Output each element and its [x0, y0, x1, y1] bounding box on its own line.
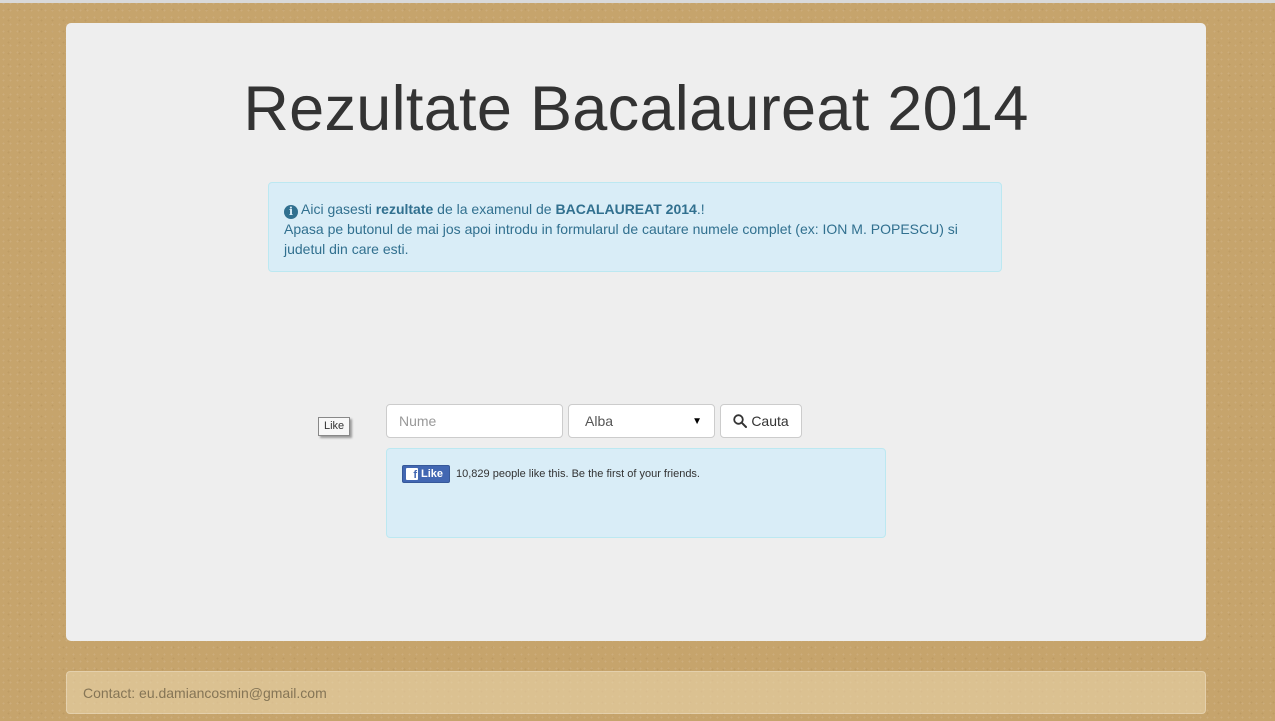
facebook-like-count: 10,829 people like this. Be the first of… — [456, 468, 700, 480]
page-title: Rezultate Bacalaureat 2014 — [243, 74, 1029, 144]
chevron-down-icon: ▼ — [692, 415, 702, 427]
info-text: .! — [696, 201, 705, 217]
info-text: Aici gasesti — [301, 201, 376, 217]
info-text: de la examenul de — [433, 201, 556, 217]
info-line-2: Apasa pe butonul de mai jos apoi introdu… — [284, 221, 958, 257]
search-icon — [733, 414, 748, 428]
search-form: Alba ▼ Cauta — [386, 404, 802, 438]
name-input[interactable] — [386, 404, 563, 438]
facebook-icon: f — [406, 468, 418, 480]
county-selected-value: Alba — [585, 413, 614, 429]
facebook-like-box: f Like 10,829 people like this. Be the f… — [386, 448, 886, 538]
facebook-like-button[interactable]: f Like — [402, 465, 451, 483]
info-line-1: i Aici gasesti rezultate de la examenul d… — [284, 199, 986, 219]
search-button[interactable]: Cauta — [720, 404, 802, 438]
like-tooltip-button[interactable]: Like — [318, 417, 351, 436]
info-bold-exam: BACALAUREAT 2014 — [555, 201, 697, 217]
footer: Contact: eu.damiancosmin@gmail.com — [66, 671, 1206, 714]
footer-contact: Contact: eu.damiancosmin@gmail.com — [83, 684, 327, 701]
facebook-like-label: Like — [421, 468, 444, 480]
info-bold-results: rezultate — [375, 201, 434, 217]
search-button-label: Cauta — [751, 413, 789, 429]
info-alert: i Aici gasesti rezultate de la examenul d… — [268, 182, 1002, 272]
facebook-like-widget: f Like 10,829 people like this. Be the f… — [402, 465, 700, 483]
info-circle-icon: i — [284, 205, 298, 219]
main-card: Rezultate Bacalaureat 2014 i Aici gasesti… — [66, 23, 1206, 641]
county-select[interactable]: Alba ▼ — [568, 404, 715, 438]
